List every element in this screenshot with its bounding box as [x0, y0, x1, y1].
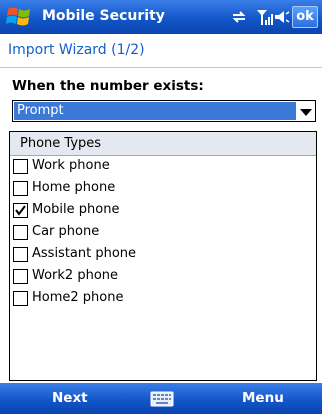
wizard-header: Import Wizard (1/2): [0, 34, 322, 68]
checkbox-checked[interactable]: [13, 203, 28, 218]
list-item-label: Car phone: [32, 224, 100, 239]
list-item-label: Home2 phone: [32, 290, 124, 305]
windows-logo-icon[interactable]: [5, 4, 33, 30]
checkbox[interactable]: [13, 225, 28, 240]
volume-icon[interactable]: [273, 7, 291, 27]
duplicate-action-dropdown[interactable]: Prompt: [12, 100, 316, 122]
signal-icon[interactable]: [255, 7, 275, 27]
checkbox[interactable]: [13, 291, 28, 306]
next-softkey[interactable]: Next: [52, 390, 88, 406]
checkbox[interactable]: [13, 181, 28, 196]
dropdown-selected-value: Prompt: [14, 102, 296, 120]
sync-icon[interactable]: [230, 7, 248, 27]
ok-button[interactable]: ok: [292, 6, 318, 28]
title-bar: Mobile Security ok: [0, 0, 322, 34]
list-item-work2-phone[interactable]: Work2 phone: [10, 266, 316, 288]
list-item-label: Work2 phone: [32, 268, 119, 283]
list-item-label: Work phone: [32, 158, 110, 173]
list-item-label: Mobile phone: [32, 202, 120, 217]
checkmark-icon: [15, 205, 26, 216]
list-header: Phone Types: [10, 132, 316, 156]
menu-softkey[interactable]: Menu: [242, 390, 284, 406]
list-item-label: Home phone: [32, 180, 116, 195]
checkbox[interactable]: [13, 159, 28, 174]
list-item-mobile-phone[interactable]: Mobile phone: [10, 200, 316, 222]
list-item-home2-phone[interactable]: Home2 phone: [10, 288, 316, 310]
softkey-bar: Next Menu: [0, 383, 322, 414]
duplicate-number-label: When the number exists:: [12, 78, 204, 94]
checkbox[interactable]: [13, 269, 28, 284]
list-item-home-phone[interactable]: Home phone: [10, 178, 316, 200]
page-title: Import Wizard (1/2): [8, 42, 145, 58]
list-item-work-phone[interactable]: Work phone: [10, 156, 316, 178]
keyboard-icon[interactable]: [150, 391, 174, 407]
list-item-car-phone[interactable]: Car phone: [10, 222, 316, 244]
list-item-assistant-phone[interactable]: Assistant phone: [10, 244, 316, 266]
list-item-label: Assistant phone: [32, 246, 137, 261]
checkbox[interactable]: [13, 247, 28, 262]
chevron-down-icon[interactable]: [299, 107, 313, 117]
phone-types-list: Phone Types Work phone Home phone Mobile…: [9, 131, 317, 381]
app-title: Mobile Security: [42, 8, 165, 24]
